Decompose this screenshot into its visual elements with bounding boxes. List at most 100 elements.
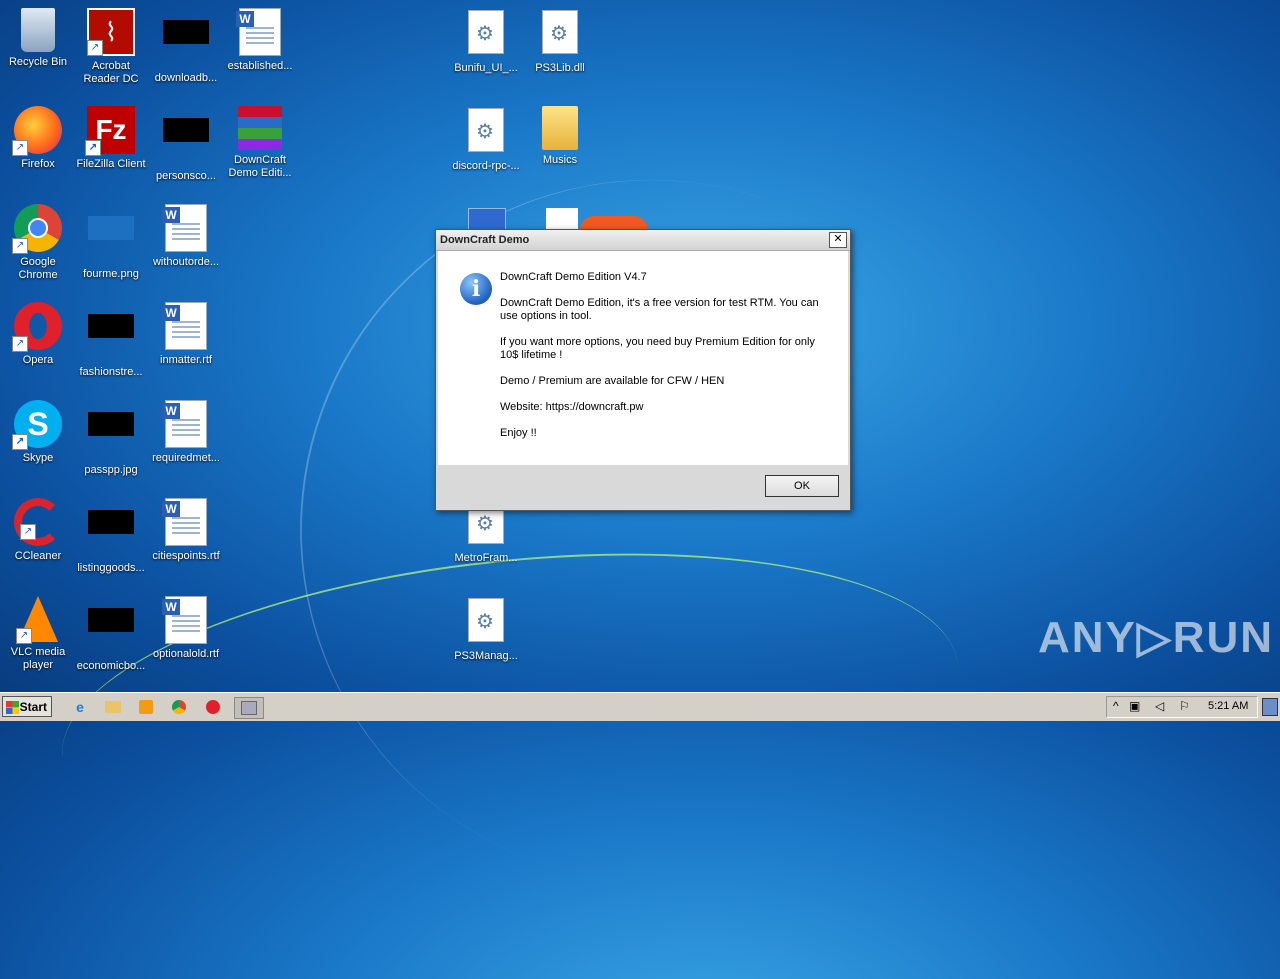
clock[interactable]: 5:21 AM: [1208, 700, 1248, 712]
ccleaner-icon: ↗: [14, 498, 62, 546]
desktop-icon-passpp[interactable]: passpp.jpg: [73, 400, 149, 477]
desktop-icon-established[interactable]: W established...: [222, 8, 298, 73]
chrome-taskbar-icon[interactable]: [169, 697, 189, 717]
desktop-icon-economicbo[interactable]: economicbo...: [73, 596, 149, 673]
tray-expand-icon[interactable]: ^: [1113, 699, 1119, 713]
skype-icon: S ↗: [12, 400, 62, 450]
desktop-icon-listinggoods[interactable]: listinggoods...: [73, 498, 149, 575]
dialog-titlebar[interactable]: DownCraft Demo ✕: [436, 230, 850, 251]
desktop-icon-citiespoints[interactable]: W citiespoints.rtf: [148, 498, 224, 563]
desktop-icon-ps3manag[interactable]: PS3Manag...: [448, 596, 524, 663]
message-availability: Demo / Premium are available for CFW / H…: [500, 375, 725, 387]
icon-label: fashionstre...: [79, 366, 143, 378]
desktop-icon-vlc[interactable]: ↗ VLC media player: [0, 596, 76, 672]
info-icon: i: [460, 273, 492, 305]
shortcut-arrow-icon: ↗: [12, 140, 28, 156]
filezilla-icon: Fz ↗: [85, 106, 135, 156]
message-website: Website: https://downcraft.pw: [500, 401, 644, 413]
redacted-thumbnail-icon: [87, 314, 135, 362]
desktop-icon-fashionstre[interactable]: fashionstre...: [73, 302, 149, 379]
icon-label: Musics: [542, 154, 578, 166]
word-document-icon: W: [162, 302, 210, 350]
desktop-icon-recycle-bin[interactable]: Recycle Bin: [0, 8, 76, 69]
redacted-thumbnail-icon: [162, 118, 210, 166]
folder-icon: [542, 106, 578, 150]
flag-icon[interactable]: ⚐: [1179, 699, 1190, 713]
icon-label: downloadb...: [154, 72, 218, 84]
icon-label: PS3Manag...: [454, 650, 518, 662]
hidden-icon: [546, 208, 578, 230]
word-document-icon: W: [162, 596, 210, 644]
media-player-icon[interactable]: [136, 697, 156, 717]
chrome-icon: ↗: [12, 204, 62, 254]
icon-label: withoutorde...: [152, 256, 220, 268]
internet-explorer-icon[interactable]: e: [70, 697, 90, 717]
dll-file-icon: [536, 10, 584, 58]
icon-label: Recycle Bin: [8, 56, 68, 68]
desktop-icon-fourme[interactable]: fourme.png: [73, 204, 149, 281]
downcraft-dialog: DownCraft Demo ✕ i DownCraft Demo Editio…: [435, 229, 851, 511]
recycle-bin-icon: [21, 8, 55, 52]
downcraft-taskbar-icon[interactable]: [234, 697, 264, 719]
shortcut-arrow-icon: ↗: [20, 524, 36, 540]
desktop-icon-opera[interactable]: ↗ Opera: [0, 302, 76, 367]
opera-icon: ↗: [12, 302, 62, 352]
desktop-icon-bunifu[interactable]: Bunifu_UI_...: [448, 8, 524, 75]
icon-label: requiredmet...: [152, 452, 220, 464]
close-button[interactable]: ✕: [829, 232, 847, 248]
dialog-message: DownCraft Demo Edition V4.7 DownCraft De…: [500, 271, 830, 453]
icon-label: fourme.png: [83, 268, 139, 280]
shortcut-arrow-icon: ↗: [85, 140, 101, 156]
message-description: DownCraft Demo Edition, it's a free vers…: [500, 297, 819, 322]
taskbar: Start e ^ ▣ ◁ ⚐ 5:21 AM: [0, 692, 1280, 721]
windows-logo-icon: [6, 701, 19, 714]
ok-button[interactable]: OK: [765, 475, 839, 497]
image-thumbnail-icon: [87, 216, 135, 264]
start-button[interactable]: Start: [2, 696, 52, 717]
desktop-icon-optionalold[interactable]: W optionalold.rtf: [148, 596, 224, 661]
icon-label: Bunifu_UI_...: [454, 62, 518, 74]
show-desktop-button[interactable]: [1262, 698, 1278, 716]
hidden-icon: [580, 216, 648, 230]
redacted-thumbnail-icon: [87, 412, 135, 460]
word-document-icon: W: [162, 204, 210, 252]
opera-taskbar-icon[interactable]: [203, 697, 223, 717]
word-document-icon: W: [162, 400, 210, 448]
network-icon[interactable]: ▣: [1129, 699, 1140, 713]
acrobat-icon: ⌇ ↗: [87, 8, 135, 56]
shortcut-arrow-icon: ↗: [16, 628, 32, 644]
icon-label: FileZilla Client: [76, 158, 146, 170]
desktop-icon-personsco[interactable]: personsco...: [148, 106, 224, 183]
desktop-icon-requiredmet[interactable]: W requiredmet...: [148, 400, 224, 465]
icon-label: Google Chrome: [18, 256, 58, 281]
vlc-cone-icon: ↗: [16, 596, 58, 644]
desktop-icon-firefox[interactable]: ↗ Firefox: [0, 106, 76, 171]
desktop-icon-downcraft[interactable]: DownCraft Demo Editi...: [222, 106, 298, 180]
icon-label: listinggoods...: [77, 562, 145, 574]
desktop-icon-filezilla[interactable]: Fz ↗ FileZilla Client: [73, 106, 149, 171]
icon-label: MetroFram...: [454, 552, 518, 564]
desktop-icon-downloadb[interactable]: downloadb...: [148, 8, 224, 85]
desktop-icon-withoutorde[interactable]: W withoutorde...: [148, 204, 224, 269]
volume-icon[interactable]: ◁: [1155, 699, 1164, 713]
icon-label: discord-rpc-...: [452, 160, 520, 172]
word-document-icon: W: [162, 498, 210, 546]
desktop-icon-ccleaner[interactable]: ↗ CCleaner: [0, 498, 76, 563]
icon-label: established...: [227, 60, 293, 72]
desktop-icon-inmatter[interactable]: W inmatter.rtf: [148, 302, 224, 367]
desktop-icon-acrobat[interactable]: ⌇ ↗ Acrobat Reader DC: [73, 8, 149, 86]
desktop-icon-skype[interactable]: S ↗ Skype: [0, 400, 76, 465]
icon-label: Acrobat Reader DC: [83, 60, 139, 85]
word-document-icon: W: [236, 8, 284, 56]
desktop-icon-google-chrome[interactable]: ↗ Google Chrome: [0, 204, 76, 282]
icon-label: PS3Lib.dll: [535, 62, 585, 74]
desktop-icon-ps3lib[interactable]: PS3Lib.dll: [522, 8, 598, 75]
icon-label: citiespoints.rtf: [152, 550, 220, 562]
desktop-icon-discord-rpc[interactable]: discord-rpc-...: [448, 106, 524, 173]
start-label: Start: [19, 700, 47, 714]
icon-label: personsco...: [156, 170, 216, 182]
icon-label: passpp.jpg: [84, 464, 138, 476]
message-enjoy: Enjoy !!: [500, 427, 537, 439]
desktop-icon-musics[interactable]: Musics: [522, 106, 598, 167]
file-explorer-icon[interactable]: [103, 697, 123, 717]
